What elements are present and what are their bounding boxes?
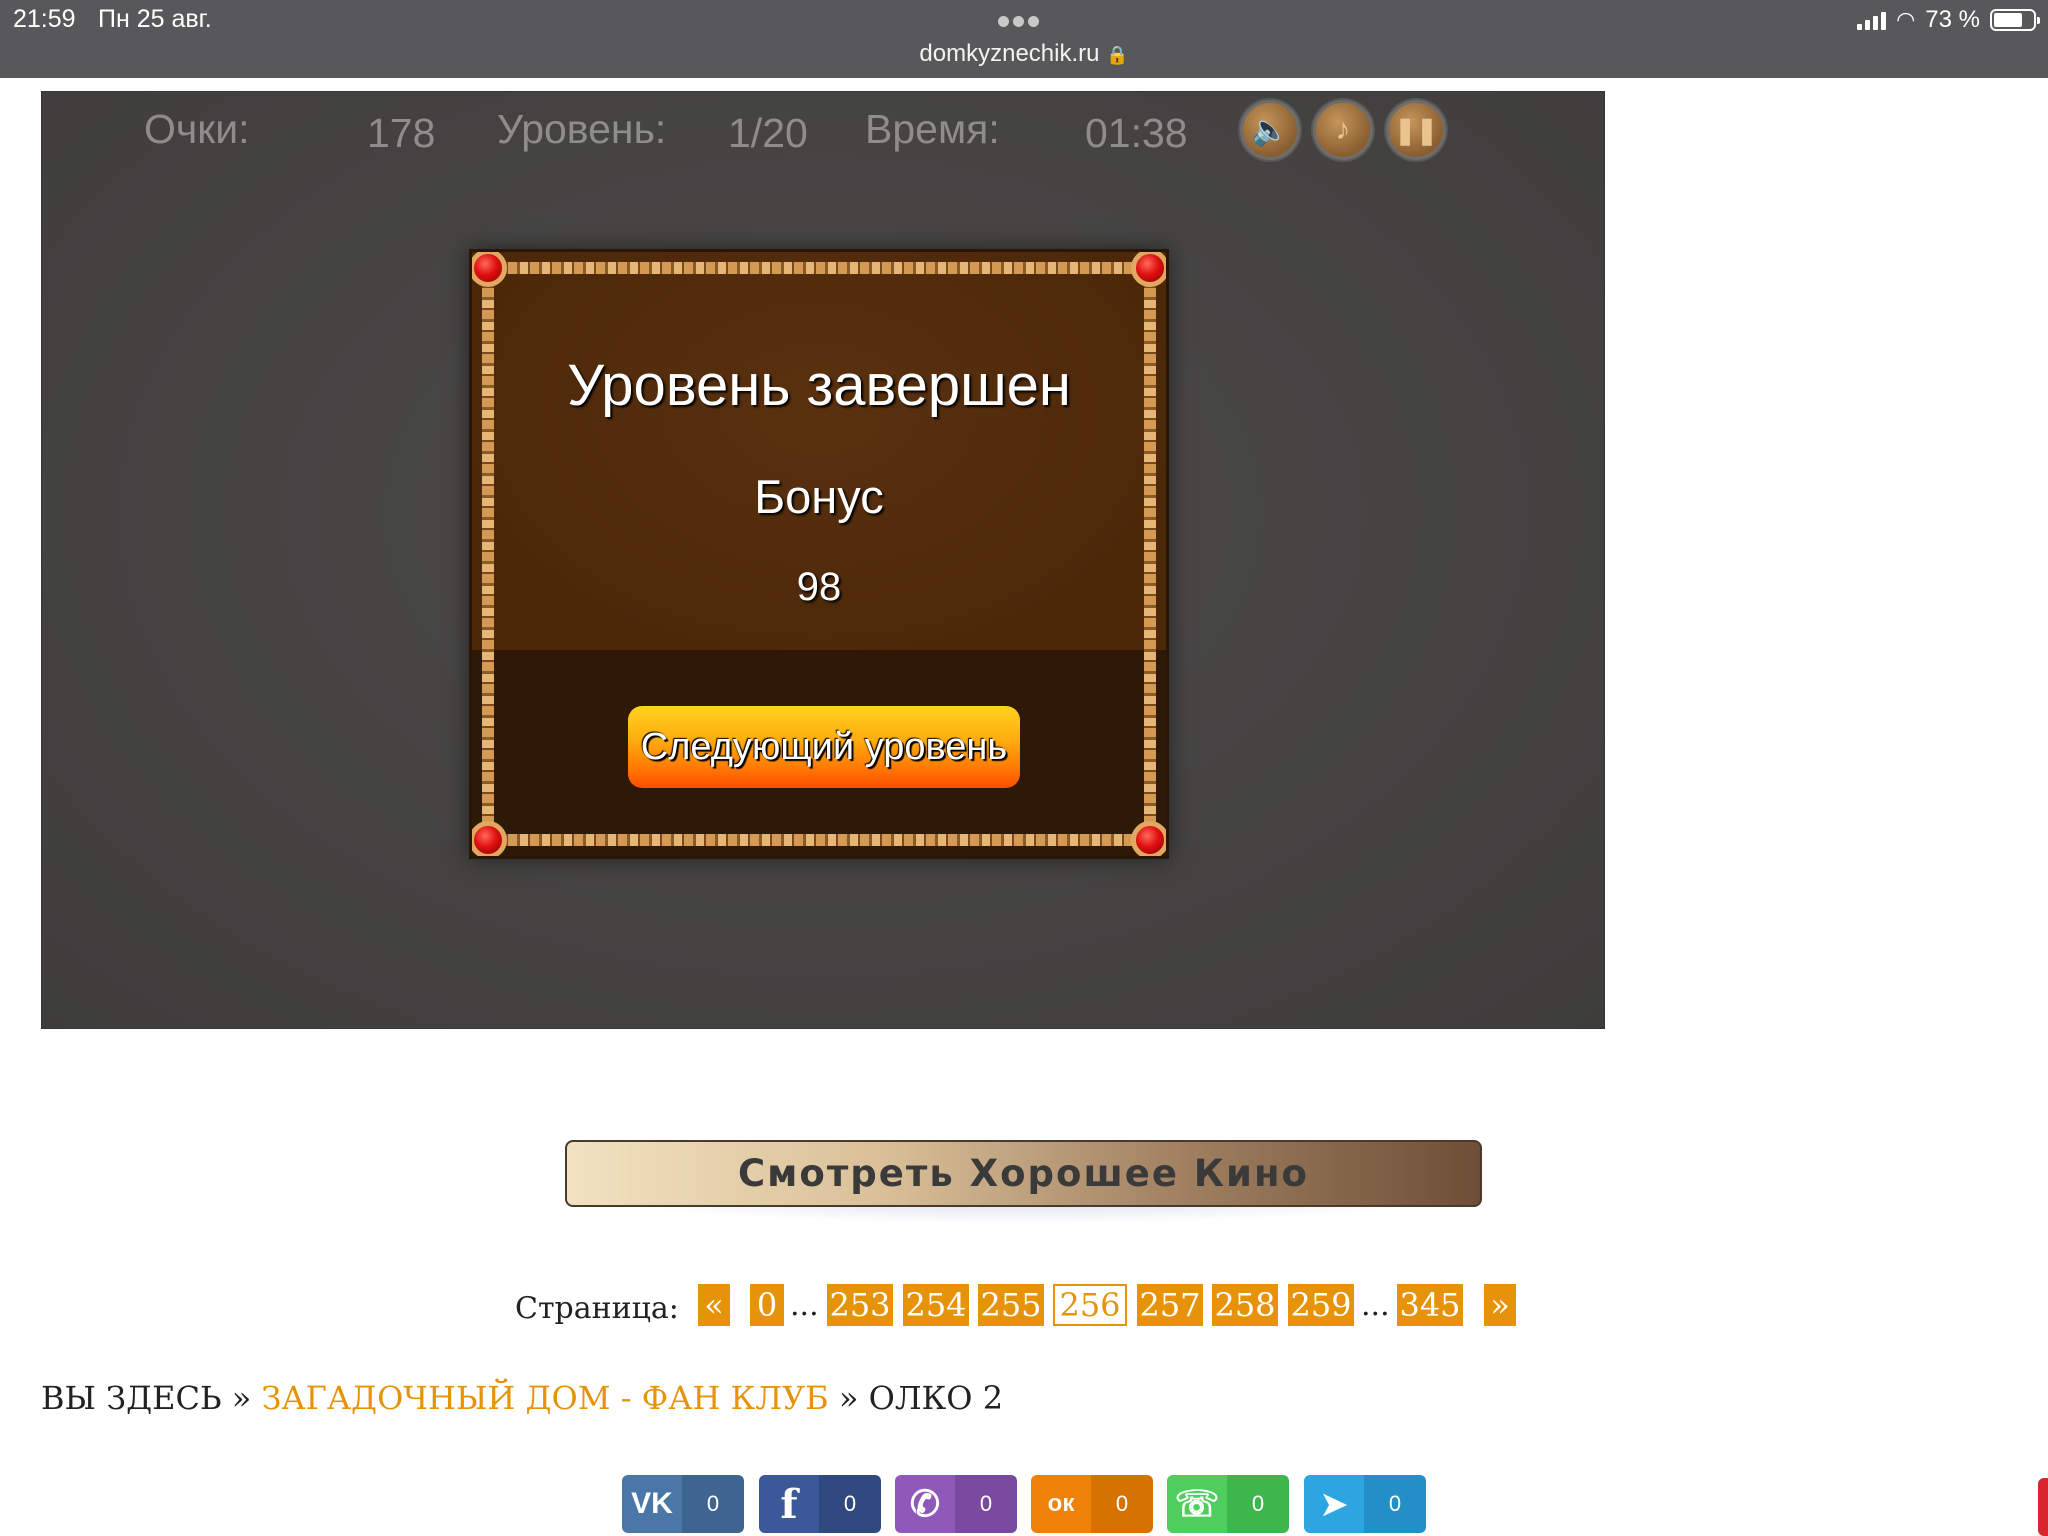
side-widget-tab[interactable]	[2038, 1478, 2048, 1536]
share-count: 0	[682, 1475, 744, 1533]
breadcrumb-prefix: ВЫ ЗДЕСЬ	[41, 1379, 222, 1417]
breadcrumb-separator: »	[838, 1379, 859, 1417]
breadcrumb-current: ОЛКО 2	[868, 1379, 1004, 1417]
pagination-next[interactable]: »	[1484, 1284, 1516, 1326]
share-count: 0	[955, 1475, 1017, 1533]
ruby-gem-icon	[472, 252, 507, 287]
multitask-dots-icon[interactable]	[998, 14, 1048, 27]
score-label: Очки:	[144, 106, 250, 152]
share-count: 0	[819, 1475, 881, 1533]
pause-icon[interactable]: ❚❚	[1386, 100, 1446, 160]
pagination-page-255[interactable]: 255	[978, 1284, 1044, 1326]
music-icon[interactable]: ♪	[1313, 100, 1373, 160]
share-count: 0	[1364, 1475, 1426, 1533]
status-bar: 21:59 Пн 25 авг. domkyznechik.ru 🔒 ◠ 73 …	[0, 0, 2048, 78]
status-time: 21:59	[13, 5, 76, 33]
share-odnoklassniki-button[interactable]: ок 0	[1031, 1475, 1153, 1533]
pagination-ellipsis: ...	[1361, 1288, 1390, 1323]
breadcrumb: ВЫ ЗДЕСЬ » ЗАГАДОЧНЫЙ ДОМ - ФАН КЛУБ » О…	[41, 1379, 1003, 1417]
movie-banner: Смотреть Хорошее Кино	[520, 1130, 1520, 1226]
score-value: 178	[367, 110, 436, 156]
pagination-page-253[interactable]: 253	[827, 1284, 893, 1326]
pagination-page-259[interactable]: 259	[1288, 1284, 1354, 1326]
status-date: Пн 25 авг.	[98, 5, 212, 33]
time-value: 01:38	[1085, 110, 1188, 156]
pagination-label: Страница:	[515, 1291, 679, 1326]
ruby-gem-icon	[1131, 252, 1166, 287]
breadcrumb-separator: »	[231, 1379, 252, 1417]
bonus-label: Бонус	[754, 470, 884, 523]
telegram-icon: ➤	[1304, 1475, 1364, 1533]
address-bar[interactable]: domkyznechik.ru 🔒	[0, 40, 2048, 68]
ruby-gem-icon	[1131, 821, 1166, 856]
facebook-icon: f	[759, 1475, 819, 1533]
cellular-signal-icon	[1857, 10, 1887, 30]
level-value: 1/20	[728, 110, 808, 156]
share-count: 0	[1227, 1475, 1289, 1533]
time-label: Время:	[865, 106, 1000, 152]
breadcrumb-link-fan-club[interactable]: ЗАГАДОЧНЫЙ ДОМ - ФАН КЛУБ	[261, 1379, 828, 1417]
url-text: domkyznechik.ru	[919, 40, 1100, 67]
pagination: Страница: « 0 ... 253 254 255 256 257 25…	[0, 1284, 2048, 1328]
bonus-value: 98	[796, 565, 842, 609]
dialog-title: Уровень завершен	[567, 353, 1071, 418]
viber-icon: ✆	[895, 1475, 955, 1533]
pagination-page-257[interactable]: 257	[1137, 1284, 1203, 1326]
rope-border-top	[486, 262, 1152, 274]
share-facebook-button[interactable]: f 0	[759, 1475, 881, 1533]
share-whatsapp-button[interactable]: ☏ 0	[1167, 1475, 1289, 1533]
vk-icon: VK	[622, 1475, 682, 1533]
pagination-page-258[interactable]: 258	[1212, 1284, 1278, 1326]
pagination-prev[interactable]: «	[698, 1284, 730, 1326]
share-count: 0	[1091, 1475, 1153, 1533]
share-viber-button[interactable]: ✆ 0	[895, 1475, 1017, 1533]
sound-icon[interactable]: 🔈	[1240, 100, 1300, 160]
pagination-page-0[interactable]: 0	[750, 1284, 784, 1326]
share-telegram-button[interactable]: ➤ 0	[1304, 1475, 1426, 1533]
game-canvas[interactable]: Очки: 178 Уровень: 1/20 Время: 01:38 🔈 ♪…	[41, 91, 1605, 1029]
battery-percent: 73 %	[1925, 6, 1980, 33]
pagination-page-345[interactable]: 345	[1397, 1284, 1463, 1326]
rope-border-bottom	[486, 834, 1152, 846]
watch-movies-button[interactable]: Смотреть Хорошее Кино	[565, 1140, 1482, 1207]
lock-icon: 🔒	[1106, 45, 1129, 65]
wifi-icon: ◠	[1896, 7, 1916, 32]
pagination-page-254[interactable]: 254	[903, 1284, 969, 1326]
share-vk-button[interactable]: VK 0	[622, 1475, 744, 1533]
odnoklassniki-icon: ок	[1031, 1475, 1091, 1533]
pagination-ellipsis: ...	[790, 1288, 819, 1323]
pagination-page-current[interactable]: 256	[1053, 1284, 1127, 1326]
whatsapp-icon: ☏	[1167, 1475, 1227, 1533]
level-label: Уровень:	[497, 106, 667, 152]
battery-icon	[1990, 9, 2040, 31]
next-level-button[interactable]: Следующий уровень	[628, 706, 1020, 788]
ruby-gem-icon	[472, 821, 507, 856]
